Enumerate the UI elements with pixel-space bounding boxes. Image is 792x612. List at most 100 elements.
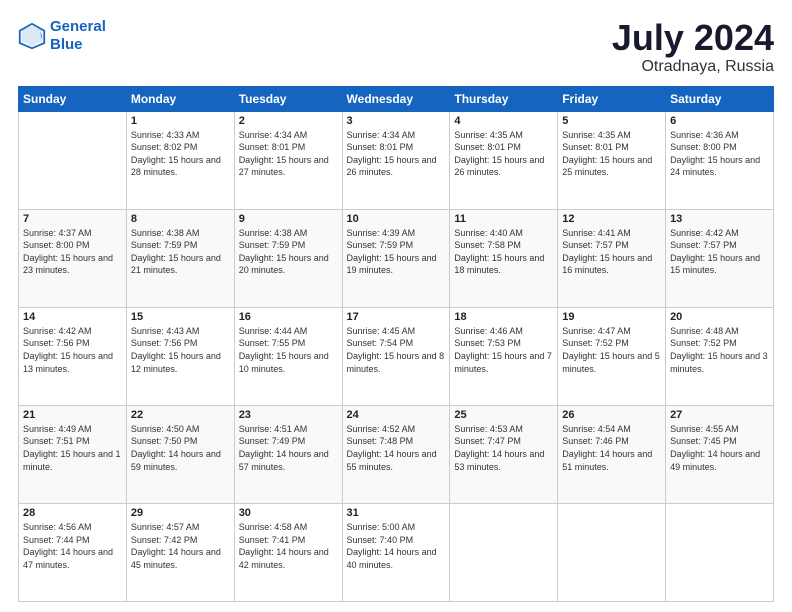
day-number: 9: [239, 213, 338, 225]
subtitle: Otradnaya, Russia: [612, 58, 774, 76]
day-number: 14: [23, 311, 122, 323]
calendar-header-row: SundayMondayTuesdayWednesdayThursdayFrid…: [19, 86, 774, 111]
calendar-week-3: 14Sunrise: 4:42 AMSunset: 7:56 PMDayligh…: [19, 307, 774, 405]
day-number: 21: [23, 409, 122, 421]
day-number: 1: [131, 115, 230, 127]
day-number: 5: [562, 115, 661, 127]
calendar-table: SundayMondayTuesdayWednesdayThursdayFrid…: [18, 86, 774, 602]
day-number: 25: [454, 409, 553, 421]
calendar-cell: 16 Sunrise: 4:44 AMSunset: 7:55 PMDayligh…: [234, 307, 342, 405]
day-number: 16: [239, 311, 338, 323]
calendar-cell: 26Sunrise: 4:54 AMSunset: 7:46 PMDayligh…: [558, 405, 666, 503]
day-info: Sunrise: 4:44 AMSunset: 7:55 PMDaylight:…: [239, 325, 338, 375]
day-info: Sunrise: 4:58 AMSunset: 7:41 PMDaylight:…: [239, 521, 338, 571]
day-info: Sunrise: 4:47 AMSunset: 7:52 PMDaylight:…: [562, 325, 661, 375]
day-number: 3: [347, 115, 446, 127]
page: General Blue July 2024 Otradnaya, Russia…: [0, 0, 792, 612]
calendar-cell: 8 Sunrise: 4:38 AMSunset: 7:59 PMDaylight…: [126, 209, 234, 307]
day-number: 23: [239, 409, 338, 421]
calendar-cell: 11Sunrise: 4:40 AMSunset: 7:58 PMDayligh…: [450, 209, 558, 307]
header: General Blue July 2024 Otradnaya, Russia: [18, 18, 774, 76]
calendar-cell: [19, 111, 127, 209]
calendar-cell: 27 Sunrise: 4:55 AMSunset: 7:45 PMDayligh…: [666, 405, 774, 503]
day-info: Sunrise: 4:36 AMSunset: 8:00 PMDaylight:…: [670, 129, 769, 179]
logo-text: General Blue: [50, 18, 106, 54]
calendar-cell: [450, 503, 558, 601]
calendar-cell: 25 Sunrise: 4:53 AMSunset: 7:47 PMDayligh…: [450, 405, 558, 503]
calendar-cell: 18 Sunrise: 4:46 AMSunset: 7:53 PMDayligh…: [450, 307, 558, 405]
day-number: 13: [670, 213, 769, 225]
calendar-cell: 14Sunrise: 4:42 AMSunset: 7:56 PMDayligh…: [19, 307, 127, 405]
day-number: 10: [347, 213, 446, 225]
day-info: Sunrise: 4:34 AMSunset: 8:01 PMDaylight:…: [347, 129, 446, 179]
calendar-cell: 23Sunrise: 4:51 AMSunset: 7:49 PMDayligh…: [234, 405, 342, 503]
col-header-thursday: Thursday: [450, 86, 558, 111]
day-info: Sunrise: 4:35 AMSunset: 8:01 PMDaylight:…: [454, 129, 553, 179]
day-info: Sunrise: 4:39 AMSunset: 7:59 PMDaylight:…: [347, 227, 446, 277]
day-number: 24: [347, 409, 446, 421]
day-info: Sunrise: 4:38 AMSunset: 7:59 PMDaylight:…: [131, 227, 230, 277]
day-number: 30: [239, 507, 338, 519]
day-info: Sunrise: 4:45 AMSunset: 7:54 PMDaylight:…: [347, 325, 446, 375]
main-title: July 2024: [612, 18, 774, 58]
calendar-cell: 31Sunrise: 5:00 AMSunset: 7:40 PMDayligh…: [342, 503, 450, 601]
day-info: Sunrise: 4:53 AMSunset: 7:47 PMDaylight:…: [454, 423, 553, 473]
calendar-week-4: 21 Sunrise: 4:49 AMSunset: 7:51 PMDayligh…: [19, 405, 774, 503]
calendar-cell: 19 Sunrise: 4:47 AMSunset: 7:52 PMDayligh…: [558, 307, 666, 405]
day-number: 4: [454, 115, 553, 127]
calendar-cell: 29 Sunrise: 4:57 AMSunset: 7:42 PMDayligh…: [126, 503, 234, 601]
calendar-cell: 13 Sunrise: 4:42 AMSunset: 7:57 PMDayligh…: [666, 209, 774, 307]
calendar-cell: 30 Sunrise: 4:58 AMSunset: 7:41 PMDayligh…: [234, 503, 342, 601]
day-number: 29: [131, 507, 230, 519]
calendar-cell: 2 Sunrise: 4:34 AMSunset: 8:01 PMDaylight…: [234, 111, 342, 209]
calendar-cell: 6 Sunrise: 4:36 AMSunset: 8:00 PMDaylight…: [666, 111, 774, 209]
day-number: 2: [239, 115, 338, 127]
day-info: Sunrise: 4:37 AMSunset: 8:00 PMDaylight:…: [23, 227, 122, 277]
col-header-friday: Friday: [558, 86, 666, 111]
day-info: Sunrise: 4:56 AMSunset: 7:44 PMDaylight:…: [23, 521, 122, 571]
day-info: Sunrise: 4:41 AMSunset: 7:57 PMDaylight:…: [562, 227, 661, 277]
day-number: 26: [562, 409, 661, 421]
col-header-wednesday: Wednesday: [342, 86, 450, 111]
calendar-cell: [666, 503, 774, 601]
day-info: Sunrise: 4:40 AMSunset: 7:58 PMDaylight:…: [454, 227, 553, 277]
day-number: 18: [454, 311, 553, 323]
calendar-cell: 24 Sunrise: 4:52 AMSunset: 7:48 PMDayligh…: [342, 405, 450, 503]
logo: General Blue: [18, 18, 106, 54]
day-number: 19: [562, 311, 661, 323]
day-info: Sunrise: 4:48 AMSunset: 7:52 PMDaylight:…: [670, 325, 769, 375]
col-header-tuesday: Tuesday: [234, 86, 342, 111]
col-header-sunday: Sunday: [19, 86, 127, 111]
day-info: Sunrise: 4:34 AMSunset: 8:01 PMDaylight:…: [239, 129, 338, 179]
day-info: Sunrise: 4:35 AMSunset: 8:01 PMDaylight:…: [562, 129, 661, 179]
calendar-cell: 17Sunrise: 4:45 AMSunset: 7:54 PMDayligh…: [342, 307, 450, 405]
calendar-week-1: 1 Sunrise: 4:33 AMSunset: 8:02 PMDaylight…: [19, 111, 774, 209]
day-info: Sunrise: 4:52 AMSunset: 7:48 PMDaylight:…: [347, 423, 446, 473]
day-number: 12: [562, 213, 661, 225]
calendar-cell: 28Sunrise: 4:56 AMSunset: 7:44 PMDayligh…: [19, 503, 127, 601]
day-info: Sunrise: 4:55 AMSunset: 7:45 PMDaylight:…: [670, 423, 769, 473]
col-header-saturday: Saturday: [666, 86, 774, 111]
day-info: Sunrise: 4:42 AMSunset: 7:57 PMDaylight:…: [670, 227, 769, 277]
day-info: Sunrise: 4:33 AMSunset: 8:02 PMDaylight:…: [131, 129, 230, 179]
day-number: 7: [23, 213, 122, 225]
calendar-cell: 1 Sunrise: 4:33 AMSunset: 8:02 PMDaylight…: [126, 111, 234, 209]
day-info: Sunrise: 4:46 AMSunset: 7:53 PMDaylight:…: [454, 325, 553, 375]
calendar-cell: 12 Sunrise: 4:41 AMSunset: 7:57 PMDayligh…: [558, 209, 666, 307]
calendar-cell: 15Sunrise: 4:43 AMSunset: 7:56 PMDayligh…: [126, 307, 234, 405]
day-info: Sunrise: 4:49 AMSunset: 7:51 PMDaylight:…: [23, 423, 122, 473]
day-info: Sunrise: 5:00 AMSunset: 7:40 PMDaylight:…: [347, 521, 446, 571]
day-number: 22: [131, 409, 230, 421]
day-number: 27: [670, 409, 769, 421]
day-info: Sunrise: 4:43 AMSunset: 7:56 PMDaylight:…: [131, 325, 230, 375]
calendar-cell: 4 Sunrise: 4:35 AMSunset: 8:01 PMDaylight…: [450, 111, 558, 209]
calendar-cell: 7 Sunrise: 4:37 AMSunset: 8:00 PMDaylight…: [19, 209, 127, 307]
day-number: 8: [131, 213, 230, 225]
day-info: Sunrise: 4:57 AMSunset: 7:42 PMDaylight:…: [131, 521, 230, 571]
calendar-week-2: 7 Sunrise: 4:37 AMSunset: 8:00 PMDaylight…: [19, 209, 774, 307]
calendar-cell: 5 Sunrise: 4:35 AMSunset: 8:01 PMDaylight…: [558, 111, 666, 209]
day-number: 6: [670, 115, 769, 127]
calendar-cell: 10 Sunrise: 4:39 AMSunset: 7:59 PMDayligh…: [342, 209, 450, 307]
day-number: 20: [670, 311, 769, 323]
calendar-week-5: 28Sunrise: 4:56 AMSunset: 7:44 PMDayligh…: [19, 503, 774, 601]
